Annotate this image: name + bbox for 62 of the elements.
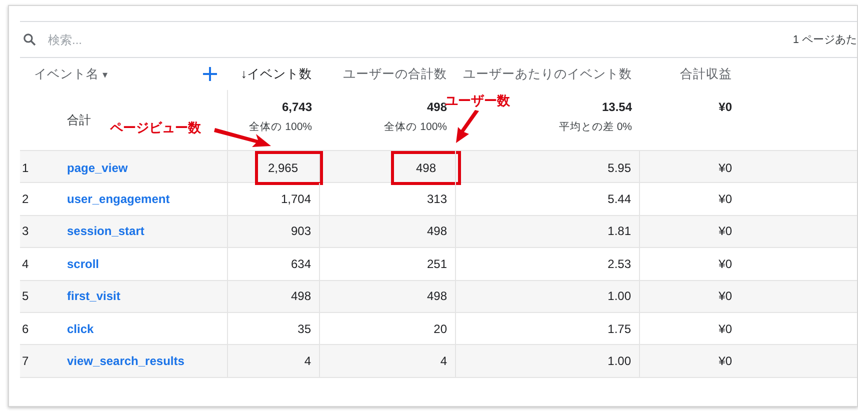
row-number: 2 [22, 192, 29, 206]
search-field[interactable]: 検索... [46, 32, 793, 48]
event-link[interactable]: session_start [67, 224, 144, 238]
row-number: 4 [22, 256, 29, 271]
event-link[interactable]: scroll [67, 256, 100, 271]
table-cell-text: 313 [426, 191, 447, 208]
add-icon[interactable] [203, 67, 217, 81]
table-cell-text: 5.44 [608, 191, 631, 208]
column-header[interactable]: ユーザーの合計数 [343, 66, 447, 80]
event-link[interactable]: user_engagement [67, 192, 170, 206]
table-cell-text: 4 [304, 353, 311, 370]
row-number: 7 [22, 354, 29, 368]
table-cell-text: 2.53 [608, 256, 631, 273]
total-note: 全体の 100% [384, 120, 447, 134]
table-cell-text: ¥0 [718, 288, 732, 306]
row-number: 6 [22, 322, 29, 336]
column-header[interactable]: 合計収益 [680, 66, 732, 80]
column-header[interactable]: イベント名 ▾ [34, 66, 108, 82]
row-number: 1 [22, 161, 29, 175]
total-value: 6,743 [282, 100, 312, 114]
table-cell-text: ¥0 [718, 191, 732, 208]
total-value: 498 [426, 100, 447, 114]
table-cell-text: 498 [426, 223, 447, 240]
callout-label: ページビュー数 [110, 119, 201, 137]
table-cell-text: 1.00 [608, 288, 631, 306]
table-cell-text: 1.00 [608, 353, 631, 370]
table-cell-text: 634 [290, 256, 311, 273]
table-cell-text: 903 [290, 223, 311, 240]
callout-label: ユーザー数 [445, 92, 510, 108]
column-header[interactable]: ↓イベント数 [240, 66, 312, 80]
rows-per-page-label: 1 ページあた [792, 33, 857, 47]
column-header[interactable]: ユーザーあたりのイベント数 [463, 66, 632, 80]
table-cell-text: 498 [426, 288, 447, 306]
total-value: 13.54 [602, 100, 632, 114]
table-cell-text: 1,704 [280, 191, 311, 208]
table-cell-text: 1.75 [608, 320, 631, 338]
table-cell-text: ¥0 [718, 160, 732, 177]
search-icon [23, 33, 36, 46]
table-cell-text: 35 [298, 320, 311, 338]
row-number: 5 [22, 289, 29, 304]
table-cell-text: 1.81 [608, 223, 631, 240]
table-cell-text: 498 [290, 288, 311, 306]
event-link[interactable]: page_view [67, 161, 128, 175]
row-number: 3 [22, 224, 29, 238]
highlight-box: 2,965 [254, 151, 323, 185]
table-cell-text: 251 [426, 256, 447, 273]
table-cell-text: ¥0 [718, 256, 732, 273]
total-value: ¥0 [718, 100, 732, 114]
table-cell-text: 20 [434, 320, 447, 338]
table-cell-text: 5.95 [608, 160, 631, 177]
table-cell-text: ¥0 [718, 223, 732, 240]
total-note: 全体の 100% [249, 120, 312, 134]
table-cell-text: ¥0 [718, 320, 732, 338]
arrow-icon [455, 110, 481, 144]
totals-label: 合計 [67, 112, 91, 128]
highlight-box: 498 [390, 151, 461, 185]
table-cell-text: 4 [440, 353, 447, 370]
event-link[interactable]: view_search_results [67, 354, 184, 368]
table-cell-text: ¥0 [718, 353, 732, 370]
total-note: 平均との差 0% [558, 120, 632, 134]
event-link[interactable]: click [67, 322, 94, 336]
event-link[interactable]: first_visit [67, 289, 120, 304]
